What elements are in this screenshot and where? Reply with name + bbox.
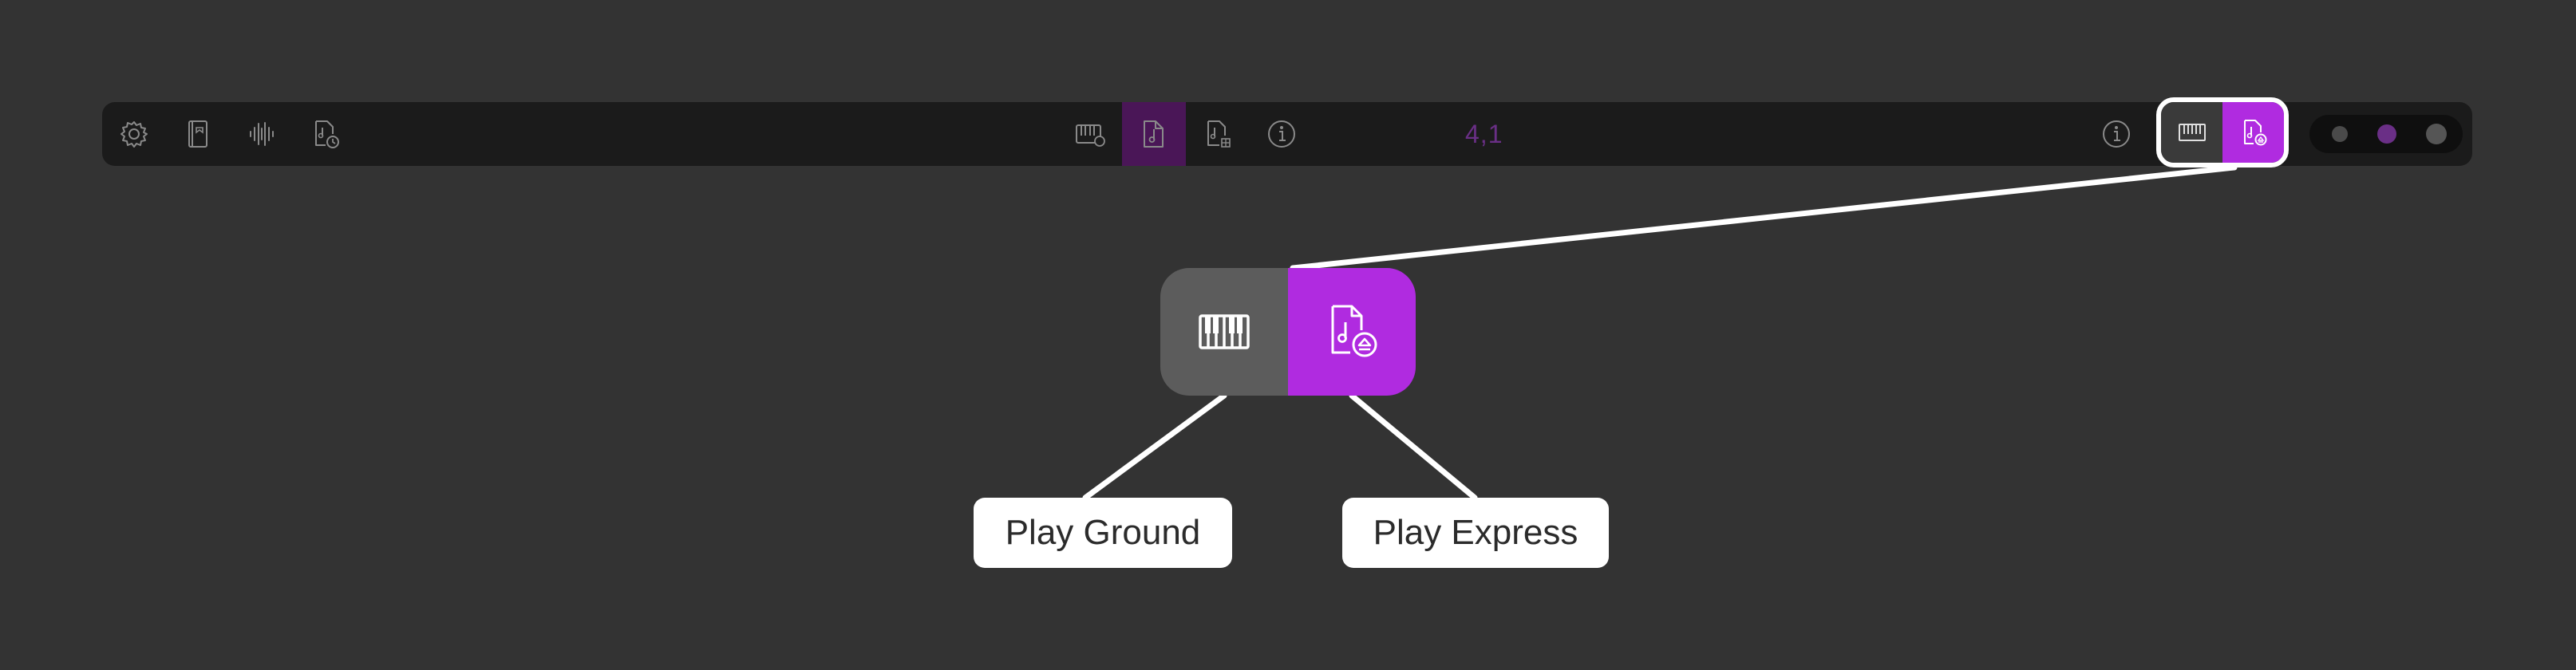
music-file-grid-icon: [1207, 120, 1231, 148]
right-info-button[interactable]: [2084, 102, 2148, 166]
mode-toggle-enlarged: [1160, 268, 1416, 396]
play-express-toggle-option[interactable]: [2222, 102, 2284, 163]
keyboard-icon: [1199, 314, 1250, 349]
info-icon: [1268, 120, 1295, 148]
play-express-label: Play Express: [1342, 498, 1609, 568]
music-file-button[interactable]: [1122, 102, 1186, 166]
position-readout: 4,1: [1465, 119, 1503, 148]
keyboard-mode-button[interactable]: [1058, 102, 1122, 166]
info-icon: [2103, 120, 2130, 148]
keyboard-icon: [2178, 124, 2206, 141]
file-clock-icon: [315, 120, 339, 148]
history-button[interactable]: [294, 102, 358, 166]
play-express-option[interactable]: [1288, 268, 1416, 396]
book-icon: [188, 120, 207, 148]
book-button[interactable]: [166, 102, 230, 166]
music-file-icon: [1144, 120, 1164, 148]
play-ground-toggle-option[interactable]: [2161, 102, 2222, 163]
play-ground-label: Play Ground: [974, 498, 1232, 568]
info-button[interactable]: [1250, 102, 1314, 166]
keyboard-icon: [1076, 124, 1105, 147]
top-toolbar: 4,1: [102, 102, 2472, 166]
page-dots: [2309, 115, 2463, 153]
page-dot-active[interactable]: [2377, 124, 2396, 144]
audio-button[interactable]: [230, 102, 294, 166]
page-dot[interactable]: [2332, 126, 2348, 142]
music-file-grid-button[interactable]: [1186, 102, 1250, 166]
page-dot[interactable]: [2426, 124, 2447, 144]
waveform-icon: [250, 122, 274, 146]
settings-button[interactable]: [102, 102, 166, 166]
mode-toggle: [2156, 97, 2289, 168]
play-ground-option[interactable]: [1160, 268, 1288, 396]
gear-icon: [121, 121, 148, 148]
music-file-eject-icon: [1331, 305, 1377, 357]
music-file-eject-icon: [2243, 120, 2266, 146]
